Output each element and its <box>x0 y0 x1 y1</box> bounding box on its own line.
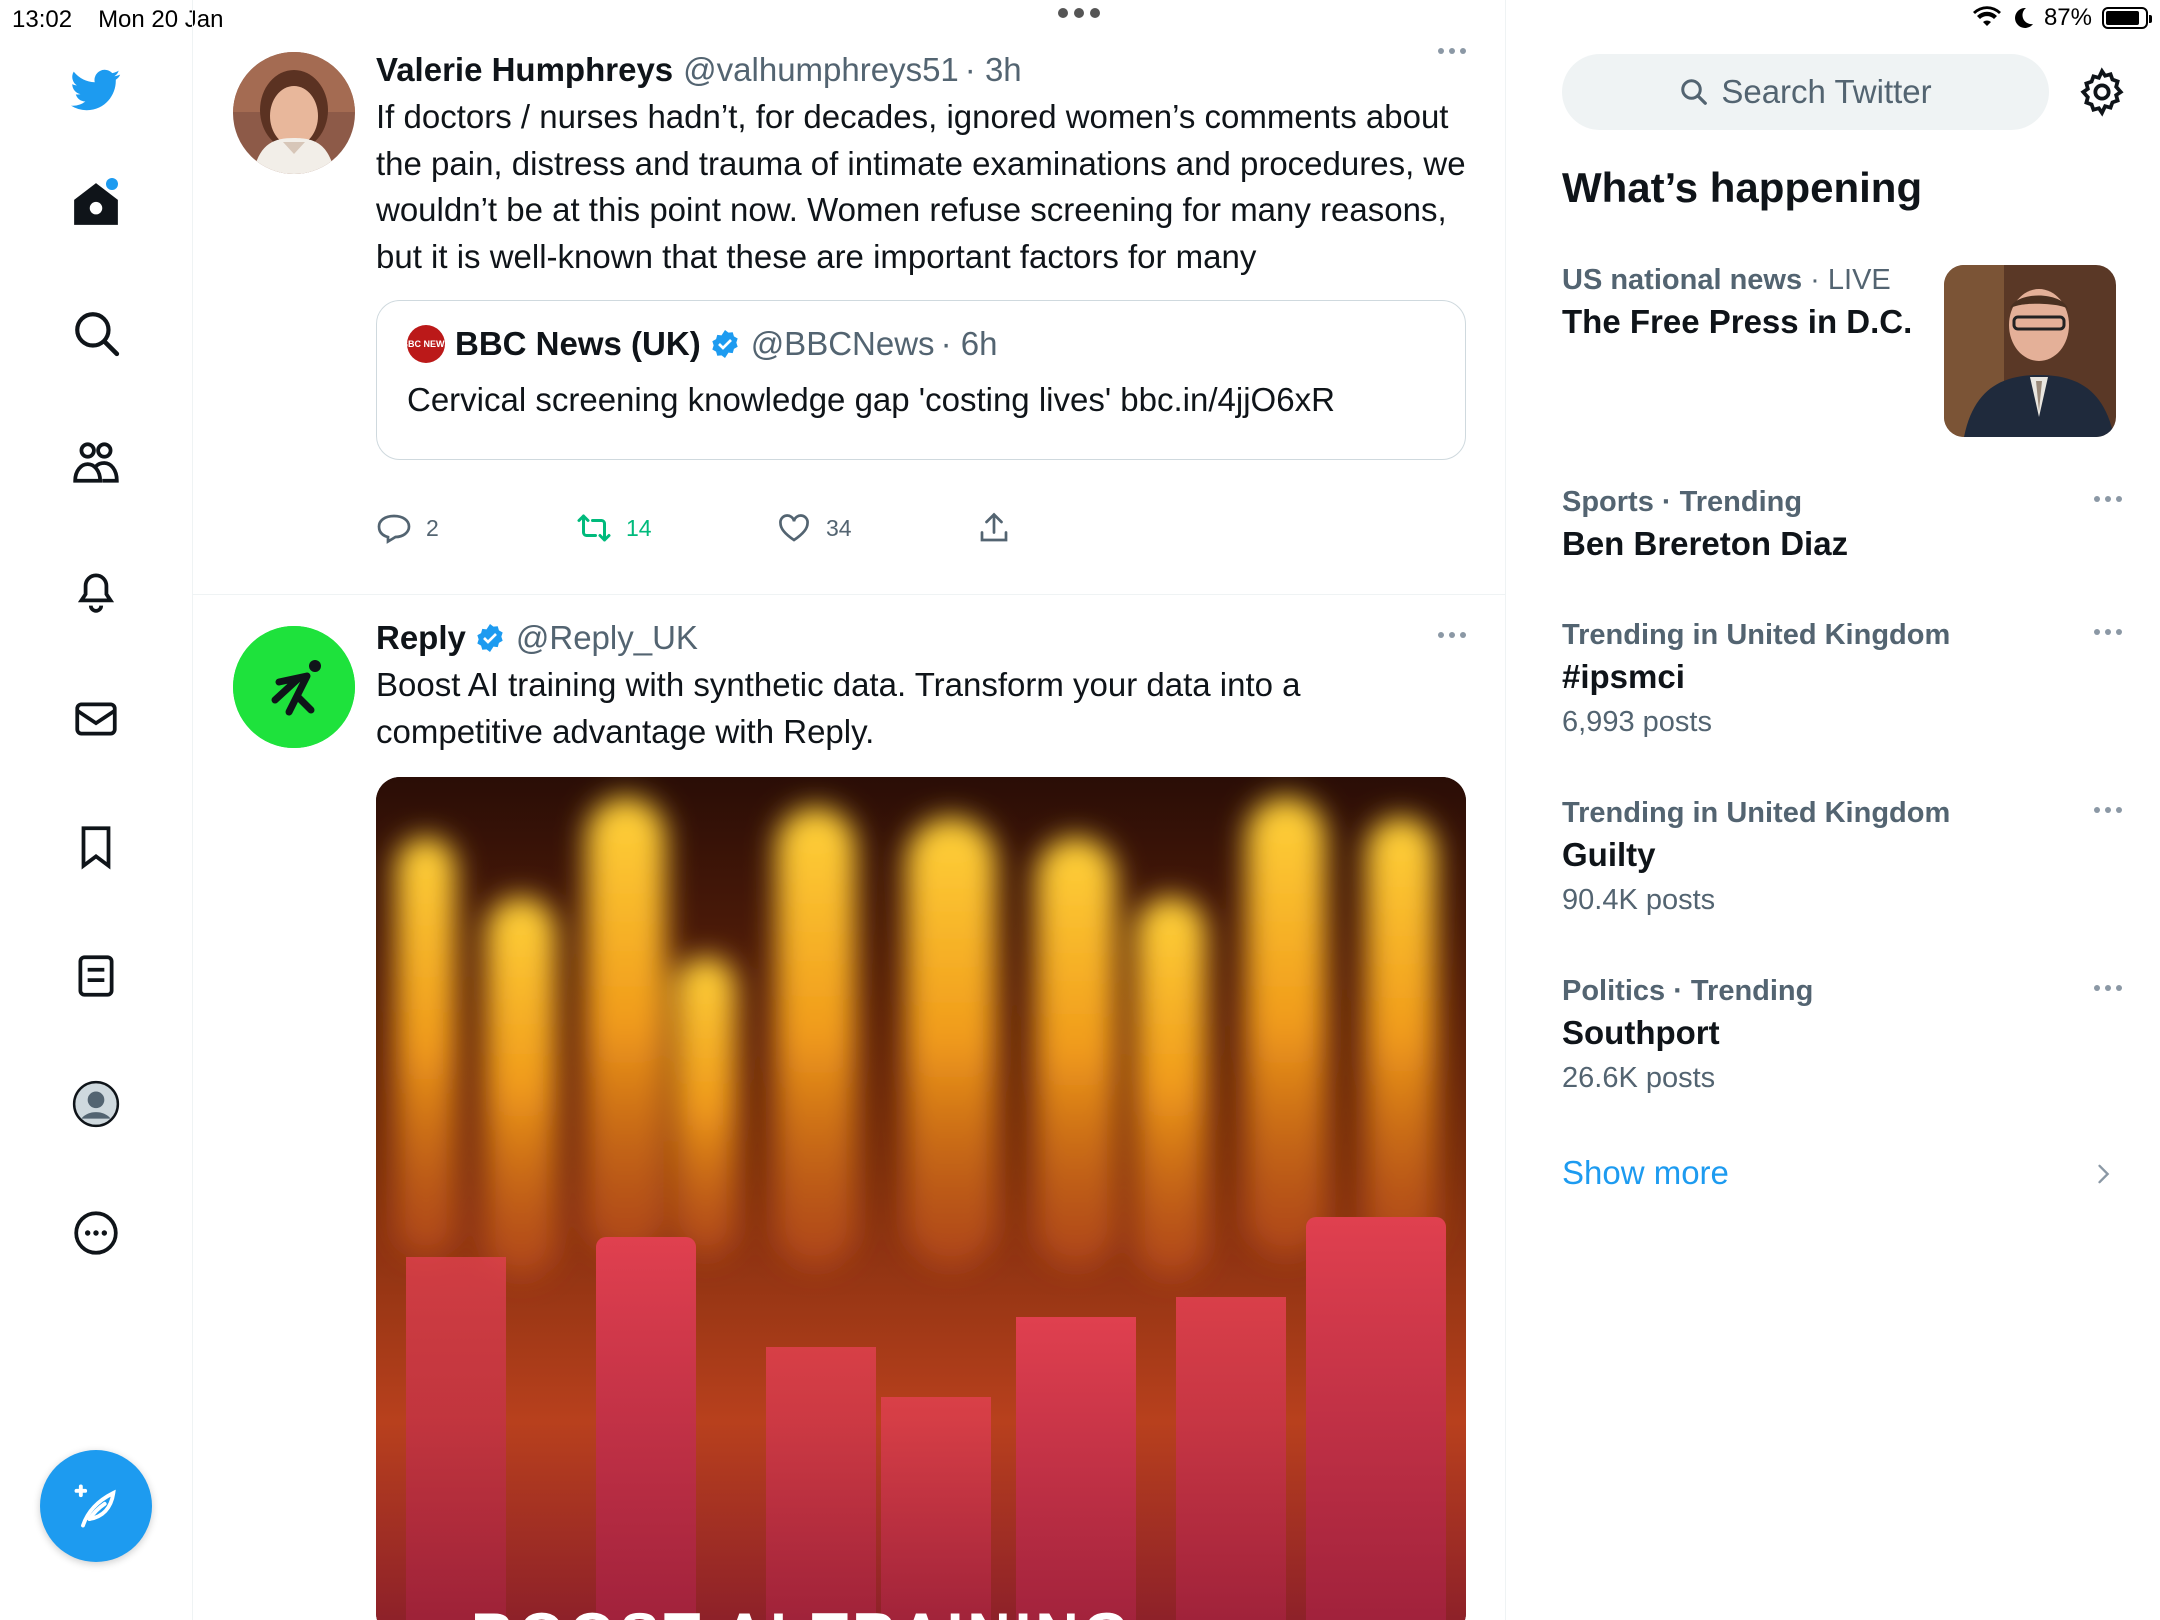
share-button[interactable] <box>976 510 1012 546</box>
avatar[interactable] <box>233 52 355 174</box>
notification-dot <box>106 178 118 190</box>
retweet-count: 14 <box>626 514 652 541</box>
right-sidebar: Search Twitter What’s happening US natio… <box>1507 0 2160 1620</box>
lists-icon[interactable] <box>60 940 132 1012</box>
trend-item[interactable]: Trending in United Kingdom #ipsmci 6,993… <box>1562 619 2122 739</box>
trend-title: Southport <box>1562 1014 1720 1051</box>
tweet-text: If doctors / nurses hadn’t, for decades,… <box>376 98 1466 275</box>
verified-badge-icon <box>712 330 738 358</box>
trend-meta: Sports · Trending <box>1562 486 1803 518</box>
trend-title: #ipsmci <box>1562 658 1685 695</box>
author-name[interactable]: Reply <box>376 619 466 657</box>
home-icon[interactable] <box>60 168 132 240</box>
timeline: Valerie Humphreys @valhumphreys51 · 3h I… <box>193 0 1506 1620</box>
avatar[interactable] <box>233 626 355 748</box>
news-category: US national news <box>1562 264 1803 296</box>
tweet-media-image[interactable]: BOOST AI TRAINING <box>376 777 1466 1620</box>
author-handle[interactable]: @valhumphreys51 <box>683 51 959 89</box>
trend-title: Guilty <box>1562 836 1656 873</box>
tweet-more-icon[interactable] <box>1438 48 1466 54</box>
trend-item[interactable]: Trending in United Kingdom Guilty 90.4K … <box>1562 797 2122 917</box>
profile-avatar-icon[interactable] <box>60 1068 132 1140</box>
show-more-link[interactable]: Show more <box>1562 1154 1729 1192</box>
news-live-label: · LIVE <box>1810 264 1891 296</box>
trend-post-count: 6,993 posts <box>1562 706 1712 738</box>
search-input[interactable]: Search Twitter <box>1562 54 2049 130</box>
quoted-author-name: BBC News (UK) <box>455 325 701 362</box>
section-title: What’s happening <box>1562 164 1923 211</box>
trend-item[interactable]: Sports · Trending Ben Brereton Diaz <box>1562 486 2122 563</box>
author-name[interactable]: Valerie Humphreys <box>376 51 673 89</box>
trend-more-icon[interactable] <box>2094 629 2122 635</box>
quoted-tweet-time: · 6h <box>940 325 998 362</box>
news-thumbnail[interactable] <box>1944 265 2116 437</box>
settings-gear-icon[interactable] <box>2077 67 2127 117</box>
communities-icon[interactable] <box>60 426 132 498</box>
trend-title: Ben Brereton Diaz <box>1562 525 1849 562</box>
search-icon <box>1681 79 1708 105</box>
quoted-tweet[interactable]: BBC NEWS BBC News (UK) @BBCNews · 6h Cer… <box>376 300 1466 460</box>
tweet[interactable]: Valerie Humphreys @valhumphreys51 · 3h I… <box>193 40 1505 595</box>
messages-icon[interactable] <box>60 683 132 755</box>
tweet-time[interactable]: · 3h <box>965 51 1022 89</box>
share-icon <box>980 512 1008 542</box>
verified-badge-icon <box>477 624 503 652</box>
retweet-button[interactable]: 14 <box>576 510 652 546</box>
more-options-icon[interactable] <box>60 1197 132 1269</box>
trend-meta: Politics · Trending <box>1562 975 1814 1007</box>
compose-icon <box>74 1484 116 1528</box>
author-handle[interactable]: @Reply_UK <box>516 619 698 657</box>
trend-item[interactable]: Politics · Trending Southport 26.6K post… <box>1562 975 2122 1095</box>
trend-post-count: 26.6K posts <box>1562 1062 1716 1094</box>
quoted-author-handle: @BBCNews <box>750 325 935 362</box>
twitter-logo-icon[interactable] <box>60 54 132 126</box>
media-caption: BOOST AI TRAINING <box>471 1600 1133 1620</box>
left-nav <box>0 0 193 1620</box>
bbc-logo-text: BBC NEWS <box>401 339 451 349</box>
bbc-logo: BBC NEWS <box>402 325 451 363</box>
news-item[interactable]: US national news · LIVE The Free Press i… <box>1562 264 1942 341</box>
reply-button[interactable]: 2 <box>376 510 439 546</box>
tweet[interactable]: Reply @Reply_UK Boost AI training with s… <box>193 596 1505 1620</box>
like-count: 34 <box>826 514 852 541</box>
reply-icon <box>377 514 411 544</box>
search-placeholder: Search Twitter <box>1721 73 1932 110</box>
chevron-right-icon[interactable] <box>2089 1160 2117 1188</box>
trend-more-icon[interactable] <box>2094 496 2122 502</box>
like-button[interactable]: 34 <box>776 510 852 546</box>
trend-meta: Trending in United Kingdom <box>1562 797 1951 829</box>
tweet-text: Boost AI training with synthetic data. T… <box>376 666 1301 750</box>
trend-more-icon[interactable] <box>2094 807 2122 813</box>
news-title: The Free Press in D.C. <box>1562 303 1913 340</box>
trend-more-icon[interactable] <box>2094 985 2122 991</box>
trend-post-count: 90.4K posts <box>1562 884 1716 916</box>
retweet-icon <box>577 514 611 542</box>
compose-tweet-button[interactable] <box>40 1450 152 1562</box>
trend-meta: Trending in United Kingdom <box>1562 619 1951 651</box>
reply-count: 2 <box>426 514 439 541</box>
quoted-tweet-text: Cervical screening knowledge gap 'costin… <box>407 381 1335 418</box>
heart-icon <box>779 514 809 542</box>
tweet-more-icon[interactable] <box>1438 632 1466 638</box>
notifications-icon[interactable] <box>60 554 132 626</box>
bookmarks-icon[interactable] <box>60 811 132 883</box>
search-icon[interactable] <box>60 297 132 369</box>
